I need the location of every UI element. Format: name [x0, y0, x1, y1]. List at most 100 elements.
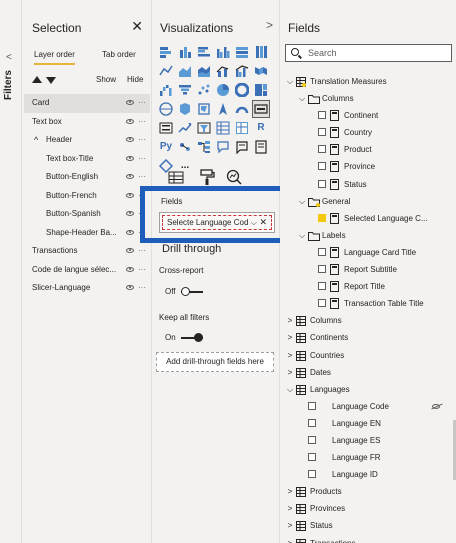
pie-icon[interactable]	[215, 82, 231, 98]
field-item[interactable]: Product	[280, 141, 456, 158]
line-icon[interactable]	[158, 63, 174, 79]
field-table[interactable]: > Transactions	[280, 535, 456, 543]
visibility-eye-icon[interactable]	[126, 266, 134, 272]
shape-map-icon[interactable]	[196, 101, 212, 117]
chevron-right-icon[interactable]: >	[266, 18, 273, 32]
field-item[interactable]: Language Code	[280, 398, 456, 415]
gauge-icon[interactable]	[234, 101, 250, 117]
field-checkbox[interactable]	[308, 470, 316, 479]
field-checkbox[interactable]	[318, 162, 326, 171]
field-checkbox[interactable]	[318, 111, 326, 120]
selection-item[interactable]: Shape-Header Ba... ···	[24, 224, 150, 243]
keep-filters-toggle[interactable]: On	[165, 333, 203, 342]
chevron-right-icon[interactable]: >	[286, 500, 294, 517]
chevron-down-icon[interactable]: ⌵	[298, 90, 306, 107]
field-checkbox[interactable]	[318, 247, 326, 256]
chevron-right-icon[interactable]: >	[286, 329, 294, 346]
selection-item[interactable]: Transactions ···	[24, 242, 150, 261]
show-all-button[interactable]: Show	[96, 75, 116, 84]
chevron-right-icon[interactable]: >	[286, 312, 294, 329]
fields-tab-icon[interactable]	[167, 168, 185, 186]
selection-item[interactable]: Button-Spanish ···	[24, 205, 150, 224]
more-options-icon[interactable]: ···	[138, 261, 146, 280]
selection-item[interactable]: Card ···	[24, 94, 150, 113]
more-options-icon[interactable]: ···	[138, 94, 146, 113]
move-up-icon[interactable]	[32, 76, 42, 83]
field-checkbox[interactable]	[318, 213, 326, 222]
collapse-caret-icon[interactable]: ^	[34, 131, 38, 150]
more-options-icon[interactable]: ···	[138, 168, 146, 187]
field-table[interactable]: ⌵ Translation Measures	[280, 73, 456, 90]
selection-item[interactable]: Button-French ···	[24, 187, 150, 206]
field-checkbox[interactable]	[318, 179, 326, 188]
field-table[interactable]: > Products	[280, 483, 456, 500]
chevron-down-icon[interactable]: ⌵	[286, 73, 294, 90]
key-influencers-icon[interactable]	[177, 139, 193, 155]
field-checkbox[interactable]	[308, 418, 316, 427]
visibility-eye-icon[interactable]	[126, 248, 134, 253]
close-icon[interactable]: ✕	[131, 18, 143, 35]
chevron-right-icon[interactable]: >	[286, 483, 294, 500]
visibility-eye-icon[interactable]	[126, 137, 134, 142]
field-table[interactable]: > Status	[280, 517, 456, 534]
visibility-eye-icon[interactable]	[126, 174, 134, 179]
field-checkbox[interactable]	[318, 299, 326, 308]
slicer-icon[interactable]	[196, 120, 212, 136]
azure-map-icon[interactable]	[215, 101, 231, 117]
area-icon[interactable]	[177, 63, 193, 79]
selection-item[interactable]: Code de langue sélec... ···	[24, 261, 150, 280]
100-bar-icon[interactable]	[234, 44, 250, 60]
python-visual-icon[interactable]: Py	[158, 139, 174, 155]
field-table[interactable]: > Countries	[280, 347, 456, 364]
smart-narrative-icon[interactable]	[234, 139, 250, 155]
stacked-column-icon[interactable]	[177, 44, 193, 60]
stacked-area-icon[interactable]	[196, 63, 212, 79]
field-item[interactable]: Language EN	[280, 415, 456, 432]
more-options-icon[interactable]: ···	[138, 150, 146, 169]
field-table[interactable]: > Provinces	[280, 500, 456, 517]
field-table[interactable]: > Continents	[280, 329, 456, 346]
table-icon[interactable]	[215, 120, 231, 136]
more-options-icon[interactable]: ···	[138, 279, 146, 298]
visibility-eye-icon[interactable]	[126, 118, 134, 124]
tab-layer-order[interactable]: Layer order	[34, 50, 75, 65]
visibility-eye-icon[interactable]	[126, 211, 134, 216]
field-checkbox[interactable]	[308, 435, 316, 444]
field-item[interactable]: Country	[280, 124, 456, 141]
ribbon-icon[interactable]	[253, 63, 269, 79]
waterfall-icon[interactable]	[158, 82, 174, 98]
field-item[interactable]: Province	[280, 158, 456, 175]
chevron-down-icon[interactable]: ⌵	[298, 193, 306, 210]
multi-row-card-icon[interactable]	[158, 120, 174, 136]
visibility-eye-icon[interactable]	[126, 155, 134, 161]
analytics-magnifier-icon[interactable]	[225, 168, 243, 186]
format-paint-roller-icon[interactable]	[198, 168, 216, 191]
chevron-right-icon[interactable]: >	[286, 347, 294, 364]
field-checkbox[interactable]	[318, 282, 326, 291]
move-down-icon[interactable]	[46, 77, 56, 84]
field-item[interactable]: Report Title	[280, 278, 456, 295]
field-folder[interactable]: ⌵ General	[280, 193, 456, 210]
toggle-knob[interactable]	[181, 287, 190, 296]
more-options-icon[interactable]: ···	[138, 131, 146, 150]
stacked-bar-icon[interactable]	[158, 44, 174, 60]
field-table[interactable]: > Dates	[280, 364, 456, 381]
field-item[interactable]: Language FR	[280, 449, 456, 466]
treemap-icon[interactable]	[253, 82, 269, 98]
chevron-down-icon[interactable]: ⌵	[298, 227, 306, 244]
drill-through-well[interactable]: Add drill-through fields here	[156, 352, 274, 372]
field-item[interactable]: Language Card Title	[280, 244, 456, 261]
field-item[interactable]: Transaction Table Title	[280, 295, 456, 312]
field-checkbox[interactable]	[318, 128, 326, 137]
field-folder[interactable]: ⌵ Labels	[280, 227, 456, 244]
filters-rail[interactable]: < Filters	[0, 0, 22, 543]
selection-item[interactable]: Text box-Title ···	[24, 150, 150, 169]
100-column-icon[interactable]	[253, 44, 269, 60]
field-checkbox[interactable]	[318, 145, 326, 154]
chevron-right-icon[interactable]: >	[286, 364, 294, 381]
decomposition-tree-icon[interactable]	[196, 139, 212, 155]
r-visual-icon[interactable]: R	[253, 120, 269, 136]
field-table[interactable]: ⌵ Languages	[280, 381, 456, 398]
filters-label[interactable]: Filters	[3, 70, 14, 100]
matrix-icon[interactable]	[234, 120, 250, 136]
